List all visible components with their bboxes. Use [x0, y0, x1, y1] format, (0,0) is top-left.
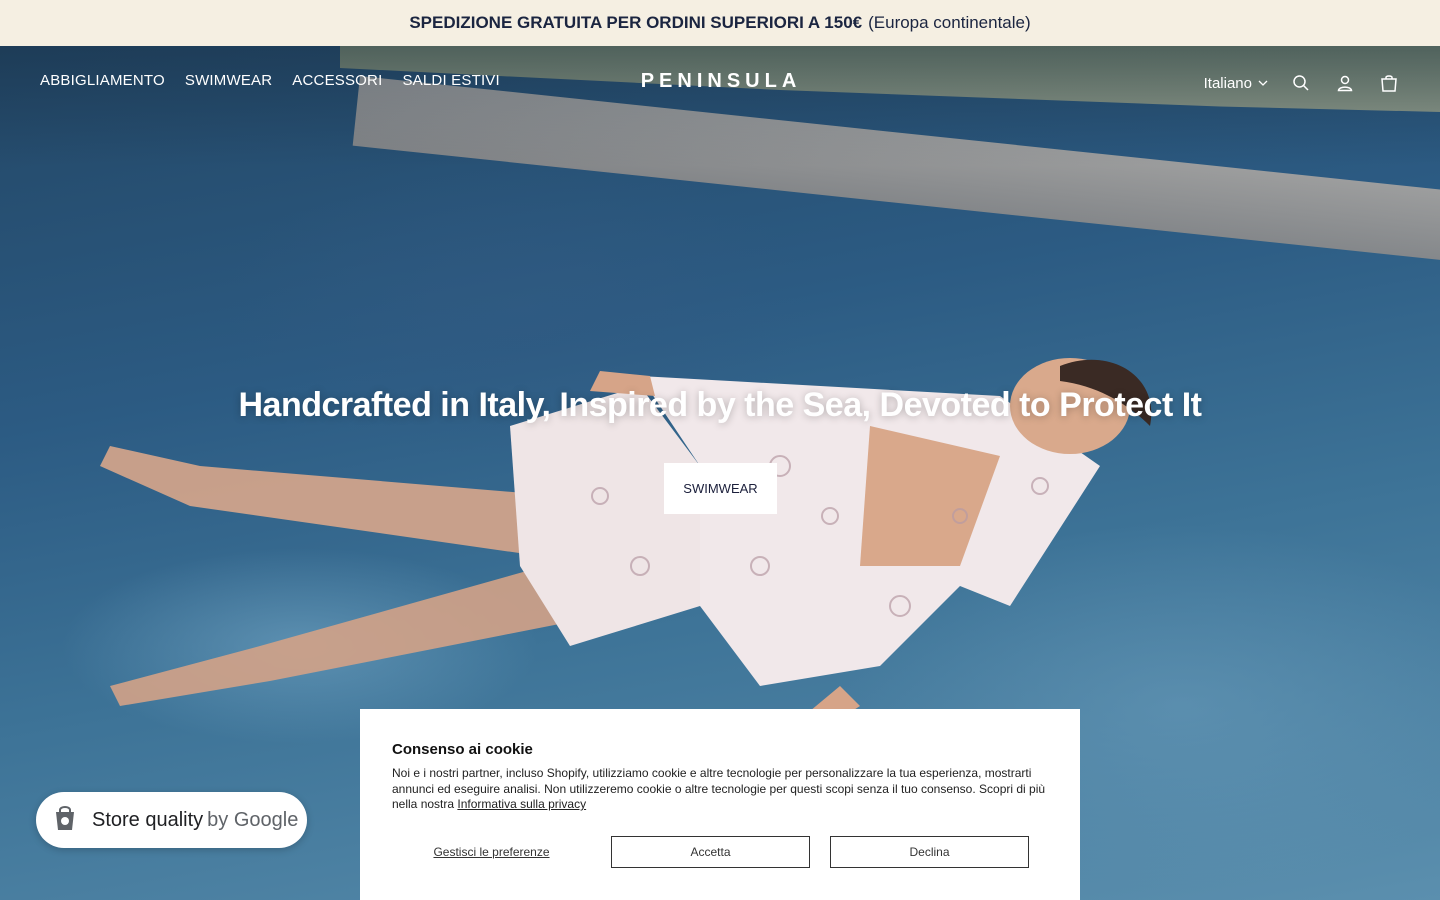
google-store-quality-badge[interactable]: Store quality by Google	[36, 792, 307, 848]
nav-accessori[interactable]: ACCESSORI	[292, 72, 382, 89]
nav-saldi-estivi[interactable]: SALDI ESTIVI	[402, 72, 499, 89]
header-actions: Italiano	[1204, 68, 1400, 98]
decline-button[interactable]: Declina	[830, 836, 1029, 868]
shopping-bag-icon	[50, 803, 80, 838]
account-icon[interactable]	[1334, 72, 1356, 94]
announcement-bold: SPEDIZIONE GRATUITA PER ORDINI SUPERIORI…	[409, 13, 863, 32]
accept-button[interactable]: Accetta	[611, 836, 810, 868]
cookie-title: Consenso ai cookie	[392, 741, 533, 758]
announcement-regular: (Europa continentale)	[868, 13, 1031, 32]
language-label: Italiano	[1203, 74, 1252, 92]
cookie-consent-dialog: Consenso ai cookie Noi e i nostri partne…	[360, 709, 1080, 900]
hero-title: Handcrafted in Italy, Inspired by the Se…	[238, 386, 1202, 424]
cookie-actions: Gestisci le preferenze Accetta Declina	[392, 836, 1060, 868]
manage-preferences-button[interactable]: Gestisci le preferenze	[392, 836, 591, 868]
badge-suffix: by Google	[207, 808, 299, 831]
site-logo[interactable]: PENINSULA	[636, 70, 806, 93]
hero-swimwear-button[interactable]: SWIMWEAR	[664, 463, 777, 514]
cart-icon[interactable]	[1378, 72, 1400, 94]
chevron-down-icon	[1258, 75, 1268, 92]
nav-abbigliamento[interactable]: ABBIGLIAMENTO	[40, 72, 165, 89]
cookie-text: Noi e i nostri partner, incluso Shopify,…	[392, 766, 1052, 813]
search-icon[interactable]	[1290, 72, 1312, 94]
badge-label: Store quality	[92, 808, 204, 831]
main-nav: ABBIGLIAMENTO SWIMWEAR ACCESSORI SALDI E…	[40, 72, 500, 89]
nav-swimwear[interactable]: SWIMWEAR	[185, 72, 272, 89]
language-selector[interactable]: Italiano	[1204, 75, 1268, 92]
announcement-bar: SPEDIZIONE GRATUITA PER ORDINI SUPERIORI…	[0, 0, 1440, 46]
privacy-policy-link[interactable]: Informativa sulla privacy	[457, 797, 586, 811]
